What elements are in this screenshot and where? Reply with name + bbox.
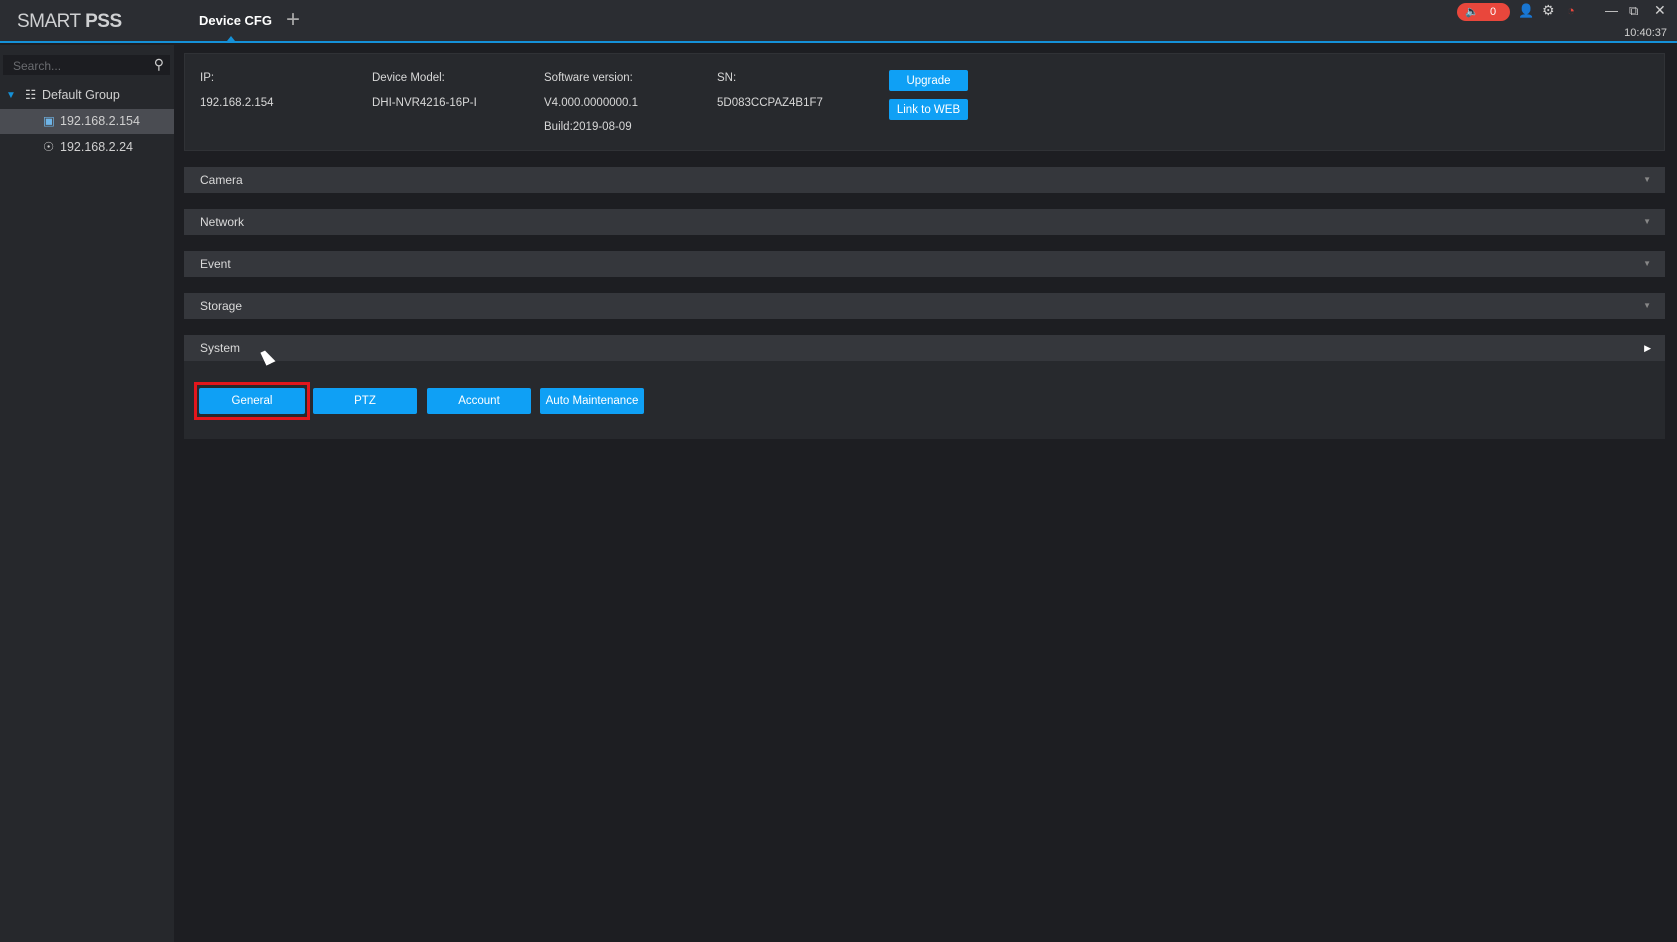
link-to-web-button[interactable]: Link to WEB [889,99,968,120]
alarm-count: 0 [1490,6,1497,18]
camera-icon: ☉ [43,140,55,154]
build-value: Build:2019-08-09 [544,121,632,133]
user-icon[interactable]: 👤 [1518,3,1534,19]
tree-device-nvr[interactable]: ▣ 192.168.2.154 [0,109,174,134]
chevron-right-icon: ▶ [1644,343,1651,353]
section-system[interactable]: System ▶ [184,335,1665,361]
section-network[interactable]: Network ▼ [184,209,1665,235]
device-info-panel: IP: 192.168.2.154 Device Model: DHI-NVR4… [184,53,1665,151]
title-bar: SMART PSS Device CFG + 🔈 0 👤 ⚙ ◔ — ⧉ ✕ 1… [0,0,1677,43]
upgrade-button[interactable]: Upgrade [889,70,968,91]
gear-icon[interactable]: ⚙ [1542,2,1555,19]
section-label: Network [200,215,245,229]
add-tab-button[interactable]: + [286,6,300,34]
active-tab-indicator [227,36,235,41]
minimize-icon[interactable]: — [1605,3,1618,18]
nvr-icon: ▣ [43,114,55,128]
performance-gauge-icon[interactable]: ◔ [1567,3,1575,18]
section-event[interactable]: Event ▼ [184,251,1665,277]
sn-value: 5D083CCPAZ4B1F7 [717,97,823,109]
section-label: Storage [200,299,243,313]
chevron-down-icon: ▼ [1643,217,1651,226]
device-label: 192.168.2.154 [60,114,140,128]
search-box: ⚲ [3,55,170,77]
account-button[interactable]: Account [427,388,531,414]
section-storage[interactable]: Storage ▼ [184,293,1665,319]
device-sidebar: ⚲ ▼ ☷ Default Group ▣ 192.168.2.154 ☉ 19… [0,45,174,942]
ptz-button[interactable]: PTZ [313,388,417,414]
clock: 10:40:37 [1624,27,1667,39]
highlight-box [194,382,310,420]
group-label: Default Group [42,88,120,102]
speaker-icon: 🔈 [1465,6,1479,18]
chevron-down-icon: ▼ [1643,259,1651,268]
software-version-label: Software version: [544,72,633,84]
chevron-down-icon: ▼ [1643,175,1651,184]
chevron-down-icon: ▼ [1643,301,1651,310]
tab-device-cfg[interactable]: Device CFG [199,13,272,28]
section-camera[interactable]: Camera ▼ [184,167,1665,193]
app-logo: SMART PSS [17,11,122,32]
alarm-button[interactable]: 🔈 0 [1457,3,1510,21]
model-label: Device Model: [372,72,445,84]
tree-group-default[interactable]: ▼ ☷ Default Group [0,83,174,108]
section-label: Camera [200,173,243,187]
sn-label: SN: [717,72,737,84]
close-icon[interactable]: ✕ [1654,2,1666,19]
model-value: DHI-NVR4216-16P-I [372,97,477,109]
ip-label: IP: [200,72,215,84]
search-input[interactable] [3,55,143,77]
section-label: System [200,341,241,355]
tree-device-camera[interactable]: ☉ 192.168.2.24 [0,135,174,160]
group-icon: ☷ [25,88,37,102]
ip-value: 192.168.2.154 [200,97,274,109]
restore-icon[interactable]: ⧉ [1629,3,1638,19]
section-label: Event [200,257,231,271]
auto-maintenance-button[interactable]: Auto Maintenance [540,388,644,414]
search-icon[interactable]: ⚲ [154,56,164,73]
expand-triangle-icon[interactable]: ▼ [6,83,16,108]
device-label: 192.168.2.24 [60,140,133,154]
software-version-value: V4.000.0000000.1 [544,97,639,109]
